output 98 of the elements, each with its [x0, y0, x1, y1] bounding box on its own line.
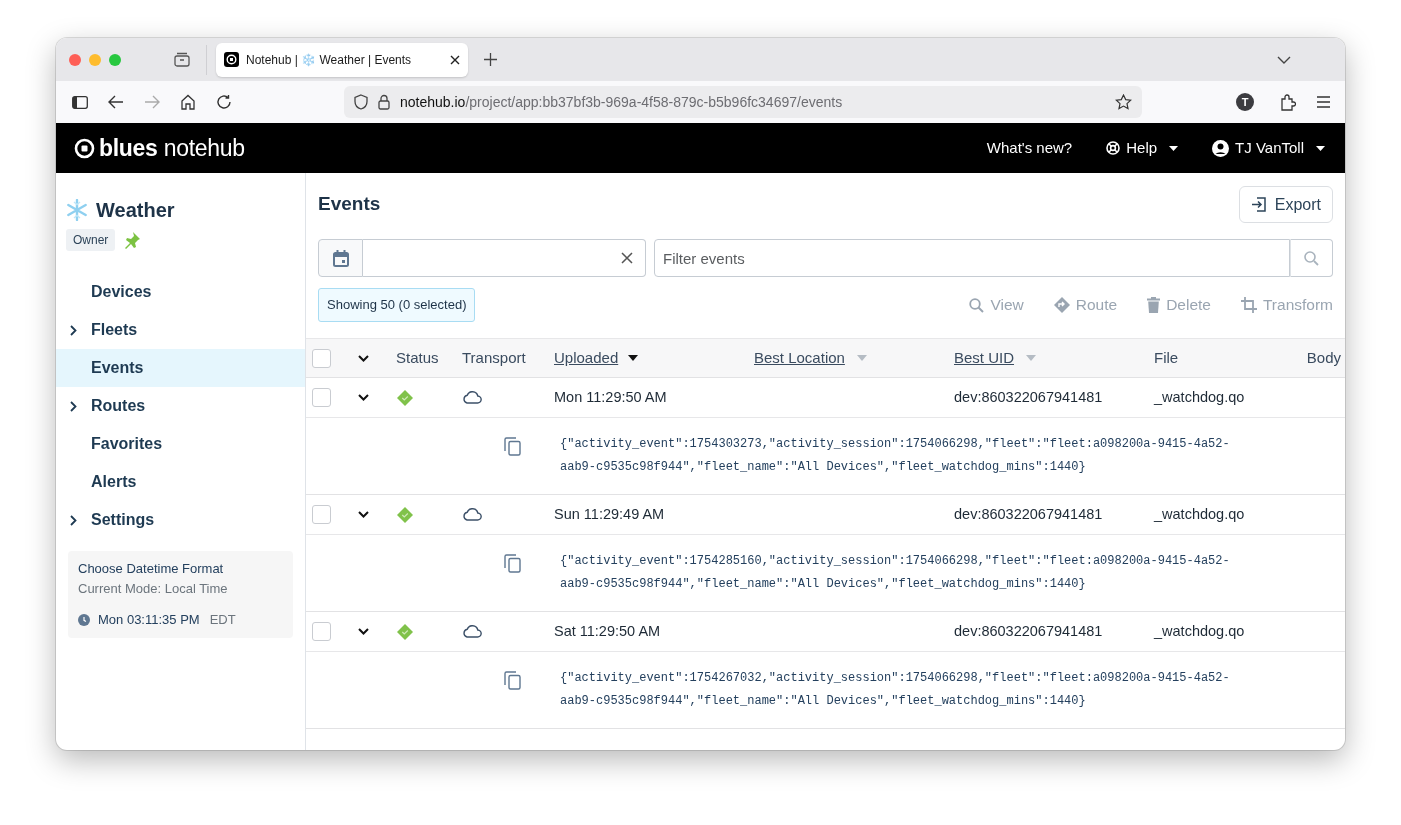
sidebar-item[interactable]: Settings — [56, 501, 305, 539]
puzzle-icon[interactable] — [1280, 93, 1296, 111]
chevron-down-icon[interactable] — [358, 511, 369, 519]
menu-icon[interactable] — [1316, 96, 1331, 108]
chevron-right-icon[interactable] — [70, 514, 77, 526]
table-cell: dev:860322067941481 — [954, 505, 1103, 522]
column-header[interactable]: Best Location — [754, 346, 845, 370]
tab-tray-icon[interactable] — [174, 52, 190, 67]
copy-icon[interactable] — [504, 437, 521, 457]
column-header[interactable]: Uploaded — [554, 346, 619, 370]
plus-icon[interactable] — [484, 53, 497, 66]
sidebar-item[interactable]: Fleets — [56, 311, 305, 349]
clear-icon[interactable] — [621, 252, 633, 264]
lifebuoy-icon — [1106, 141, 1121, 155]
row-checkbox[interactable] — [312, 622, 331, 641]
column-header[interactable]: Best UID — [954, 346, 1014, 370]
cloud-icon — [462, 508, 482, 522]
check-diamond-icon — [397, 506, 413, 523]
user-menu[interactable]: TJ VanToll — [1212, 136, 1325, 160]
help-menu[interactable]: Help — [1106, 136, 1179, 160]
current-time: Mon 03:11:35 PM — [98, 611, 200, 629]
column-header: Body — [1306, 347, 1341, 368]
search-icon — [969, 297, 985, 313]
export-icon — [1250, 197, 1267, 212]
tab-title: Notehub | ❄ Weather | Events — [246, 51, 413, 69]
selection-count: Showing 50 (0 selected) — [318, 288, 476, 322]
calendar-button[interactable] — [318, 239, 363, 277]
profile-avatar[interactable]: T — [1236, 93, 1254, 111]
calendar-icon — [332, 249, 349, 267]
home-icon[interactable] — [180, 94, 196, 110]
table-cell: _watchdog.qo — [1154, 388, 1245, 405]
chevron-right-icon[interactable] — [70, 324, 77, 336]
sidebar-item[interactable]: Alerts — [56, 463, 305, 501]
shield-icon[interactable] — [354, 94, 368, 110]
chevron-down-icon[interactable] — [358, 628, 369, 636]
chevron-down-icon[interactable] — [358, 394, 369, 402]
event-body-json: {"activity_event":1754267032,"activity_session":1754066298,"fleet":"fleet:a098200a-9415-4a52-aab9-c9535c98f944","fleet_name":"All Devices","fleet_watchdog_mins":1440} — [560, 670, 1231, 710]
brand-logo-text[interactable]: blues notehub — [99, 130, 245, 166]
table-cell: dev:860322067941481 — [954, 388, 1103, 405]
export-button[interactable]: Export — [1238, 186, 1333, 223]
date-range-field[interactable] — [363, 239, 646, 277]
check-diamond-icon — [397, 389, 413, 406]
diamond-arrow-icon — [1053, 297, 1070, 313]
table-cell: dev:860322067941481 — [954, 622, 1103, 639]
event-body-json: {"activity_event":1754303273,"activity_session":1754066298,"fleet":"fleet:a098200a-9415-4a52-aab9-c9535c98f944","fleet_name":"All Devices","fleet_watchdog_mins":1440} — [560, 436, 1231, 476]
caret-icon — [1169, 145, 1179, 151]
sidebar-icon[interactable] — [72, 95, 88, 109]
copy-icon[interactable] — [504, 554, 521, 574]
site-logo-icon — [224, 52, 239, 67]
column-header: File — [1154, 347, 1179, 368]
check-diamond-icon — [397, 623, 413, 640]
datetime-title: Choose Datetime Format — [78, 560, 225, 578]
address-bar[interactable]: notehub.io/project/app:bb37bf3b-969a-4f58-879c-b5b96fc34697/events — [344, 86, 1142, 118]
sidebar-item[interactable]: Favorites — [56, 425, 305, 463]
cloud-icon — [462, 391, 482, 405]
row-checkbox[interactable] — [312, 505, 331, 524]
chevron-down-icon[interactable] — [358, 355, 369, 363]
column-header: Transport — [462, 347, 526, 368]
star-icon[interactable] — [1115, 94, 1132, 110]
search-icon — [1304, 250, 1319, 266]
row-checkbox[interactable] — [312, 388, 331, 407]
table-cell: Sat 11:29:50 AM — [554, 622, 661, 639]
project-name: Weather — [96, 198, 175, 223]
lock-icon — [378, 94, 390, 110]
event-body-json: {"activity_event":1754285160,"activity_session":1754066298,"fleet":"fleet:a098200a-9415-4a52-aab9-c9535c98f944","fleet_name":"All Devices","fleet_watchdog_mins":1440} — [560, 553, 1231, 593]
crop-icon — [1240, 297, 1257, 313]
chevron-right-icon[interactable] — [70, 400, 77, 412]
clock-icon — [78, 613, 90, 626]
trash-icon — [1147, 297, 1161, 313]
back-arrow-icon[interactable] — [108, 95, 124, 109]
user-icon — [1212, 139, 1230, 157]
datetime-card[interactable]: Choose Datetime Format Current Mode: Local Time Mon 03:11:35 PM EDT — [68, 551, 293, 638]
chevron-down-icon[interactable] — [1277, 55, 1291, 64]
time-zone: EDT — [209, 611, 236, 629]
datetime-mode: Current Mode: Local Time — [78, 579, 229, 598]
select-all-checkbox[interactable] — [312, 348, 331, 368]
caret-icon — [1316, 145, 1325, 151]
page-title: Events — [318, 193, 381, 216]
browser-tab[interactable]: Notehub | ❄ Weather | Events — [216, 42, 468, 77]
url-text: notehub.io/project/app:bb37bf3b-969a-4f58-879c-b5b96fc34697/events — [400, 92, 844, 112]
sort-caret-icon[interactable] — [628, 355, 639, 361]
filter-events-field[interactable]: Filter events — [654, 239, 1291, 277]
snowflake-icon — [66, 199, 88, 221]
table-cell: Mon 11:29:50 AM — [554, 388, 667, 405]
whats-new-link[interactable]: What's new? — [986, 136, 1073, 160]
table-cell: _watchdog.qo — [1154, 505, 1245, 522]
table-cell: Sun 11:29:49 AM — [554, 505, 665, 522]
close-icon[interactable] — [450, 54, 460, 65]
sidebar-item[interactable]: Routes — [56, 387, 305, 425]
copy-icon[interactable] — [504, 671, 521, 691]
reload-icon[interactable] — [216, 94, 232, 110]
column-header: Status — [396, 347, 439, 368]
sidebar-item[interactable]: Devices — [56, 273, 305, 311]
table-cell: _watchdog.qo — [1154, 622, 1245, 639]
cloud-icon — [462, 625, 482, 639]
role-label: Owner — [66, 229, 116, 251]
logo-icon — [74, 137, 95, 159]
sidebar-item[interactable]: Events — [56, 349, 305, 387]
